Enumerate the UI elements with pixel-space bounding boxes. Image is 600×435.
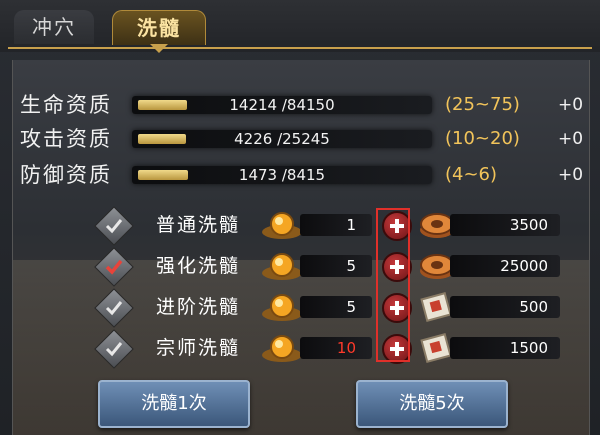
option-row-master: 宗师洗髓 10 1500 bbox=[94, 329, 580, 371]
stat-value: 14214 /84150 bbox=[229, 96, 335, 114]
resource-amount: 1500 bbox=[509, 339, 548, 357]
checkmark-icon bbox=[105, 342, 123, 357]
wash-once-button[interactable]: 洗髓1次 bbox=[98, 380, 250, 428]
option-row-enhanced: 强化洗髓 5 25000 bbox=[94, 247, 580, 289]
cost-amount: 5 bbox=[346, 298, 356, 316]
marrow-pill-icon bbox=[262, 253, 302, 280]
stat-range: (25~75) bbox=[445, 94, 520, 115]
option-label: 宗师洗髓 bbox=[156, 337, 241, 359]
cost-amount: 1 bbox=[346, 216, 356, 234]
resource-box: 3500 bbox=[450, 214, 560, 236]
wash-five-button[interactable]: 洗髓5次 bbox=[356, 380, 508, 428]
stat-row-attack: 攻击资质 4226 /25245 (10~20) +0 bbox=[20, 122, 584, 156]
marrow-pill-icon bbox=[262, 212, 302, 239]
resource-amount: 25000 bbox=[500, 257, 548, 275]
option-checkbox[interactable] bbox=[94, 206, 134, 246]
resource-box: 500 bbox=[450, 296, 560, 318]
stat-bonus: +0 bbox=[558, 165, 584, 185]
tab-marrow-wash[interactable]: 洗髓 bbox=[112, 10, 206, 45]
cost-amount: 5 bbox=[346, 257, 356, 275]
stat-label: 攻击资质 bbox=[20, 127, 112, 151]
option-label: 进阶洗髓 bbox=[156, 296, 241, 318]
option-row-normal: 普通洗髓 1 3500 bbox=[94, 206, 580, 248]
stat-row-hp: 生命资质 14214 /84150 (25~75) +0 bbox=[20, 88, 584, 122]
cost-box: 10 bbox=[300, 337, 372, 359]
tab-bar: 冲穴 洗髓 bbox=[0, 0, 600, 53]
plus-column-highlight bbox=[376, 208, 410, 362]
checkmark-icon bbox=[105, 259, 123, 275]
option-row-advanced: 进阶洗髓 5 500 bbox=[94, 288, 580, 330]
resource-amount: 500 bbox=[519, 298, 548, 316]
checkmark-icon bbox=[105, 219, 123, 234]
marrow-pill-icon bbox=[262, 335, 302, 362]
stat-label: 生命资质 bbox=[20, 93, 112, 117]
option-label: 普通洗髓 bbox=[156, 214, 241, 236]
resource-box: 1500 bbox=[450, 337, 560, 359]
stat-value: 4226 /25245 bbox=[234, 130, 330, 148]
resource-box: 25000 bbox=[450, 255, 560, 277]
tab-underline bbox=[8, 47, 592, 49]
stat-bonus: +0 bbox=[558, 95, 584, 115]
stat-value: 1473 /8415 bbox=[238, 166, 326, 184]
stat-range: (10~20) bbox=[445, 128, 520, 149]
marrow-pill-icon bbox=[262, 294, 302, 321]
option-checkbox[interactable] bbox=[94, 247, 134, 287]
stat-bonus: +0 bbox=[558, 129, 584, 149]
resource-amount: 3500 bbox=[509, 216, 548, 234]
stat-range: (4~6) bbox=[445, 164, 498, 185]
stat-label: 防御资质 bbox=[20, 163, 112, 187]
cost-box: 5 bbox=[300, 255, 372, 277]
tab-acupoint[interactable]: 冲穴 bbox=[14, 10, 94, 44]
stat-row-defense: 防御资质 1473 /8415 (4~6) +0 bbox=[20, 158, 584, 192]
checkmark-icon bbox=[105, 301, 123, 316]
cost-box: 1 bbox=[300, 214, 372, 236]
option-label: 强化洗髓 bbox=[156, 255, 241, 277]
cost-box: 5 bbox=[300, 296, 372, 318]
option-checkbox[interactable] bbox=[94, 288, 134, 328]
cost-amount: 10 bbox=[336, 339, 356, 357]
option-checkbox[interactable] bbox=[94, 329, 134, 369]
active-tab-caret-icon bbox=[150, 44, 168, 53]
